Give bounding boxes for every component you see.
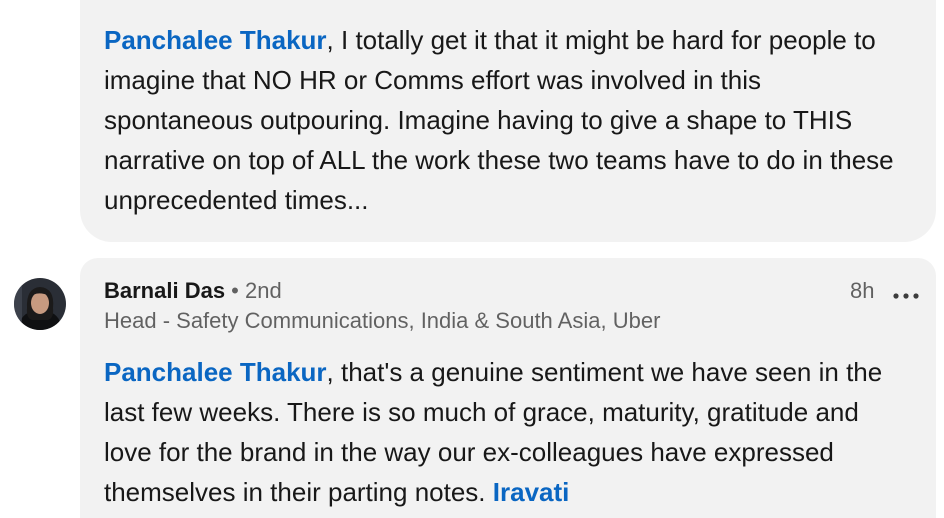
- comment-text-top: Panchalee Thakur, I totally get it that …: [104, 20, 904, 220]
- more-options-button[interactable]: [888, 280, 924, 304]
- comment-author-row: Barnali Das • 2nd: [104, 276, 282, 306]
- avatar[interactable]: [14, 278, 66, 330]
- more-options-icon: [893, 293, 919, 299]
- comment-timestamp: 8h: [850, 278, 875, 303]
- avatar-image: [14, 278, 66, 330]
- mention-link-2[interactable]: Iravati: [493, 477, 570, 507]
- author-headline: Head - Safety Communications, India & So…: [104, 308, 661, 333]
- degree-separator: •: [225, 278, 245, 303]
- mention-link[interactable]: Panchalee Thakur: [104, 357, 327, 387]
- connection-degree: 2nd: [245, 278, 282, 303]
- comment-text-barnali: Panchalee Thakur, that's a genuine senti…: [104, 352, 904, 512]
- mention-link[interactable]: Panchalee Thakur: [104, 25, 327, 55]
- author-name[interactable]: Barnali Das: [104, 278, 225, 303]
